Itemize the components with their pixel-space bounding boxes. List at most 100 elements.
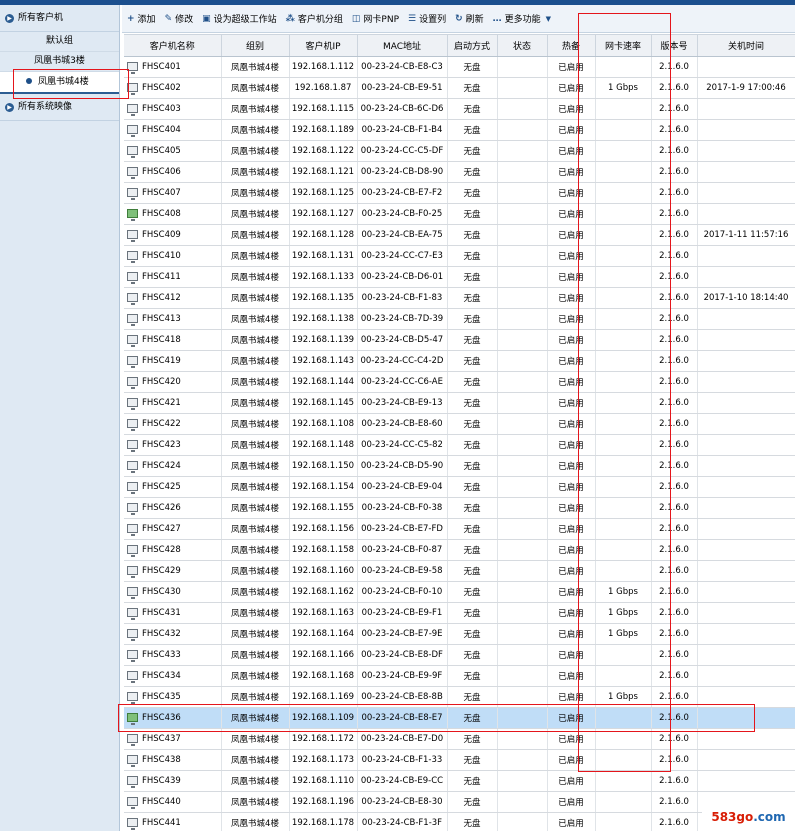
cell-client-name: FHSC441 [124,812,222,831]
table-row[interactable]: FHSC409 凤凰书城4楼 192.168.1.128 00-23-24-CB-EA… [124,224,795,246]
cell-boot: 无盘 [447,476,498,498]
client-group-button[interactable]: ⁂ 客户机分组 [285,12,343,26]
table-row[interactable]: FHSC418 凤凰书城4楼 192.168.1.139 00-23-24-CB-D5… [124,329,795,351]
table-row[interactable]: FHSC439 凤凰书城4楼 192.168.1.110 00-23-24-CB-E9… [124,770,795,792]
col-header-version[interactable]: 版本号 [651,34,698,57]
table-row[interactable]: FHSC435 凤凰书城4楼 192.168.1.169 00-23-24-CB-E8… [124,686,795,708]
table-row[interactable]: FHSC406 凤凰书城4楼 192.168.1.121 00-23-24-CB-D8… [124,161,795,183]
cell-mac: 00-23-24-CB-E7-9E [357,623,448,645]
client-name-label: FHSC412 [142,293,181,303]
sidebar-group-floor3[interactable]: 凤凰书城3楼 [0,52,119,72]
table-row[interactable]: FHSC410 凤凰书城4楼 192.168.1.131 00-23-24-CC-C7… [124,245,795,267]
table-row[interactable]: FHSC404 凤凰书城4楼 192.168.1.189 00-23-24-CB-F1… [124,119,795,141]
cell-ip: 192.168.1.109 [289,707,358,729]
users-icon: ⁂ [285,13,295,24]
more-functions-button[interactable]: … 更多功能 ▼ [493,12,554,26]
cell-group: 凤凰书城4楼 [221,707,290,729]
computer-icon [127,62,138,74]
col-header-hot-standby[interactable]: 热备 [547,34,596,57]
client-name-label: FHSC439 [142,776,181,786]
col-header-group[interactable]: 组别 [221,34,290,57]
col-header-mac[interactable]: MAC地址 [357,34,448,57]
table-row[interactable]: FHSC419 凤凰书城4楼 192.168.1.143 00-23-24-CC-C4… [124,350,795,372]
cell-group: 凤凰书城4楼 [221,644,290,666]
table-row[interactable]: FHSC411 凤凰书城4楼 192.168.1.133 00-23-24-CB-D6… [124,266,795,288]
table-row[interactable]: FHSC413 凤凰书城4楼 192.168.1.138 00-23-24-CB-7D… [124,308,795,330]
cell-mac: 00-23-24-CB-F0-10 [357,581,448,603]
col-header-status[interactable]: 状态 [497,34,548,57]
cell-shutdown-time [697,539,795,561]
table-row[interactable]: FHSC427 凤凰书城4楼 192.168.1.156 00-23-24-CB-E7… [124,518,795,540]
cell-status [497,623,548,645]
table-row[interactable]: FHSC438 凤凰书城4楼 192.168.1.173 00-23-24-CB-F1… [124,749,795,771]
set-columns-button[interactable]: ☰ 设置列 [408,12,446,26]
cell-ip: 192.168.1.172 [289,728,358,750]
table-row[interactable]: FHSC433 凤凰书城4楼 192.168.1.166 00-23-24-CB-E8… [124,644,795,666]
edit-button[interactable]: ✎ 修改 [165,12,194,26]
table-row[interactable]: FHSC422 凤凰书城4楼 192.168.1.108 00-23-24-CB-E8… [124,413,795,435]
table-row[interactable]: FHSC437 凤凰书城4楼 192.168.1.172 00-23-24-CB-E7… [124,728,795,750]
cell-shutdown-time [697,644,795,666]
cell-hot-standby: 已启用 [547,413,596,435]
table-row[interactable]: FHSC424 凤凰书城4楼 192.168.1.150 00-23-24-CB-D5… [124,455,795,477]
cell-mac: 00-23-24-CB-E7-FD [357,518,448,540]
cell-shutdown-time: 2017-1-11 11:57:16 [697,224,795,246]
table-row[interactable]: FHSC421 凤凰书城4楼 192.168.1.145 00-23-24-CB-E9… [124,392,795,414]
cell-boot: 无盘 [447,224,498,246]
refresh-button[interactable]: ↻ 刷新 [455,12,484,26]
caret-down-icon: ▼ [545,14,552,23]
cell-boot: 无盘 [447,161,498,183]
table-row[interactable]: FHSC425 凤凰书城4楼 192.168.1.154 00-23-24-CB-E9… [124,476,795,498]
table-row[interactable]: FHSC436 凤凰书城4楼 192.168.1.109 00-23-24-CB-E8… [124,707,795,729]
computer-icon [127,272,138,284]
table-row[interactable]: FHSC441 凤凰书城4楼 192.168.1.178 00-23-24-CB-F1… [124,812,795,831]
cell-hot-standby: 已启用 [547,119,596,141]
table-row[interactable]: FHSC402 凤凰书城4楼 192.168.1.87 00-23-24-CB-E9-… [124,77,795,99]
cell-shutdown-time [697,329,795,351]
col-header-nic-speed[interactable]: 网卡速率 [595,34,652,57]
cell-group: 凤凰书城4楼 [221,287,290,309]
col-header-boot[interactable]: 启动方式 [447,34,498,57]
nic-pnp-button[interactable]: ◫ 网卡PNP [352,12,399,26]
table-row[interactable]: FHSC432 凤凰书城4楼 192.168.1.164 00-23-24-CB-E7… [124,623,795,645]
add-button[interactable]: + 添加 [127,12,156,26]
col-header-shutdown-time[interactable]: 关机时间 [697,34,795,57]
col-header-ip[interactable]: 客户机IP [289,34,358,57]
computer-icon [127,188,138,200]
cell-mac: 00-23-24-CB-E9-04 [357,476,448,498]
cell-version: 2.1.6.0 [651,728,698,750]
cell-client-name: FHSC439 [124,770,222,792]
cell-group: 凤凰书城4楼 [221,161,290,183]
cell-version: 2.1.6.0 [651,602,698,624]
table-row[interactable]: FHSC412 凤凰书城4楼 192.168.1.135 00-23-24-CB-F1… [124,287,795,309]
table-row[interactable]: FHSC407 凤凰书城4楼 192.168.1.125 00-23-24-CB-E7… [124,182,795,204]
table-row[interactable]: FHSC420 凤凰书城4楼 192.168.1.144 00-23-24-CC-C6… [124,371,795,393]
sidebar-all-clients-label: 所有客户机 [18,13,64,23]
table-row[interactable]: FHSC430 凤凰书城4楼 192.168.1.162 00-23-24-CB-F0… [124,581,795,603]
table-row[interactable]: FHSC429 凤凰书城4楼 192.168.1.160 00-23-24-CB-E9… [124,560,795,582]
table-row[interactable]: FHSC428 凤凰书城4楼 192.168.1.158 00-23-24-CB-F0… [124,539,795,561]
cell-shutdown-time [697,98,795,120]
table-row[interactable]: FHSC440 凤凰书城4楼 192.168.1.196 00-23-24-CB-E8… [124,791,795,813]
table-row[interactable]: FHSC403 凤凰书城4楼 192.168.1.115 00-23-24-CB-6C… [124,98,795,120]
set-super-workstation-button[interactable]: ▣ 设为超级工作站 [202,12,277,26]
table-row[interactable]: FHSC423 凤凰书城4楼 192.168.1.148 00-23-24-CC-C5… [124,434,795,456]
sidebar-group-default[interactable]: 默认组 [0,32,119,52]
table-row[interactable]: FHSC405 凤凰书城4楼 192.168.1.122 00-23-24-CC-C5… [124,140,795,162]
table-row[interactable]: FHSC401 凤凰书城4楼 192.168.1.112 00-23-24-CB-E8… [124,56,795,78]
cell-group: 凤凰书城4楼 [221,140,290,162]
sidebar-all-images[interactable]: ▶ 所有系统映像 [0,94,119,121]
cell-ip: 192.168.1.155 [289,497,358,519]
col-header-name[interactable]: 客户机名称 [124,34,222,57]
table-row[interactable]: FHSC431 凤凰书城4楼 192.168.1.163 00-23-24-CB-E9… [124,602,795,624]
sidebar-all-clients[interactable]: ▶ 所有客户机 [0,5,119,32]
cell-hot-standby: 已启用 [547,392,596,414]
cell-shutdown-time: 2017-1-9 17:00:46 [697,77,795,99]
table-row[interactable]: FHSC426 凤凰书城4楼 192.168.1.155 00-23-24-CB-F0… [124,497,795,519]
cell-group: 凤凰书城4楼 [221,119,290,141]
table-row[interactable]: FHSC434 凤凰书城4楼 192.168.1.168 00-23-24-CB-E9… [124,665,795,687]
sidebar-group-floor4[interactable]: 凤凰书城4楼 [0,72,119,94]
cell-status [497,119,548,141]
table-row[interactable]: FHSC408 凤凰书城4楼 192.168.1.127 00-23-24-CB-F0… [124,203,795,225]
computer-icon [127,482,138,494]
